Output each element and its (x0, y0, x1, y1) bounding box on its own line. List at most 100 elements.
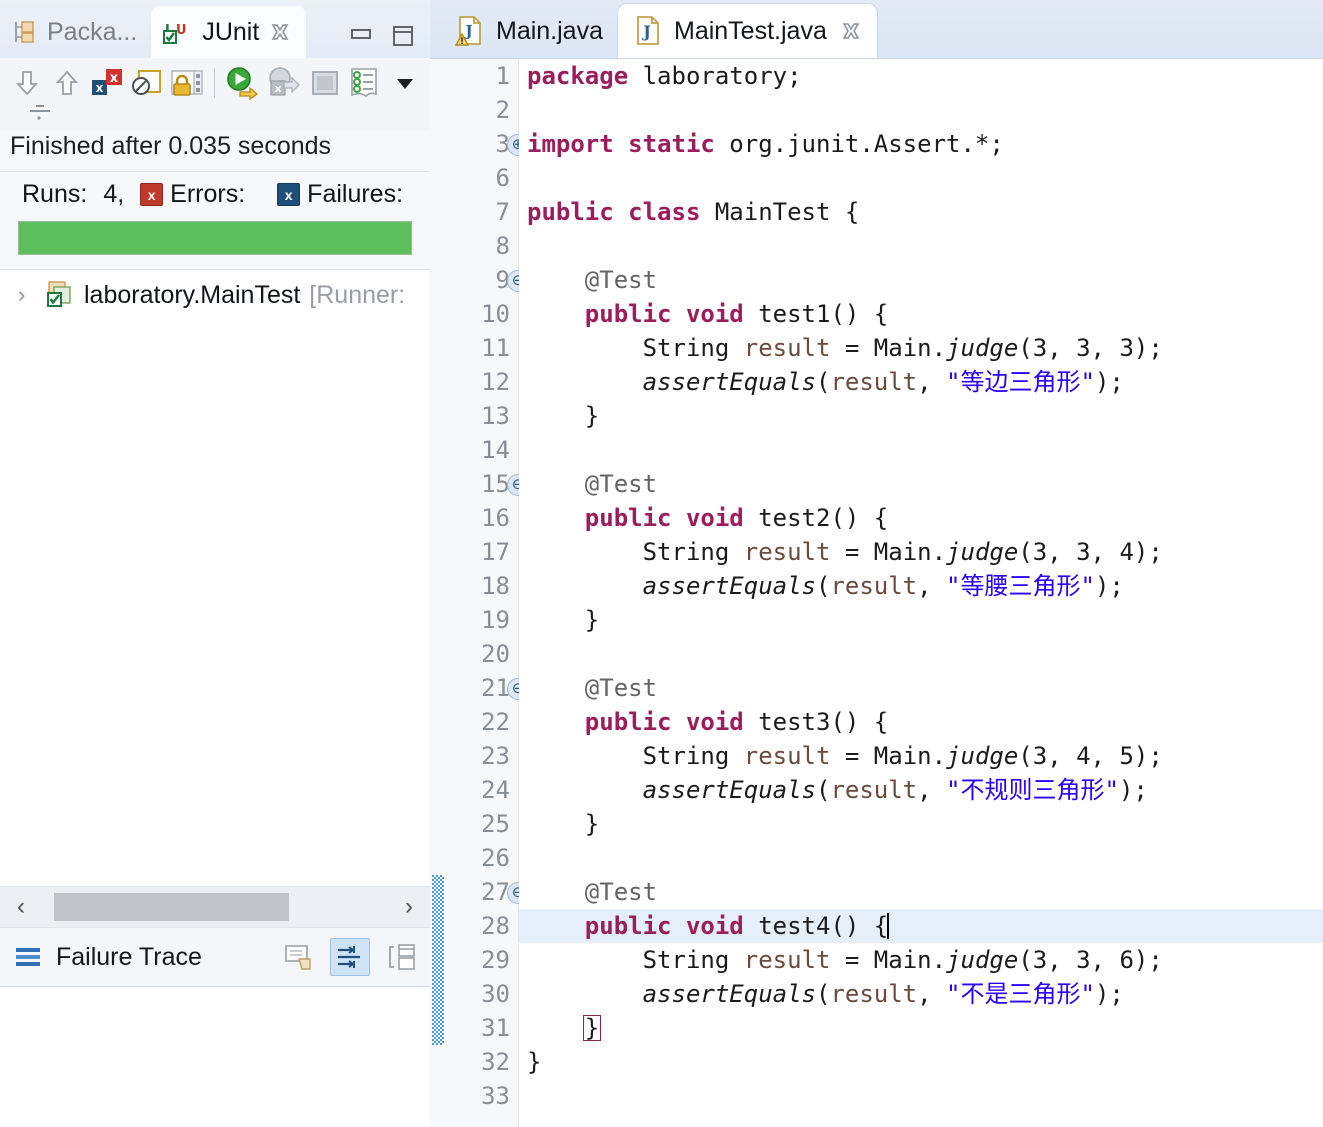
close-icon[interactable] (268, 20, 292, 44)
code-line[interactable]: public void test3() { (519, 705, 1323, 739)
stop-button[interactable] (308, 64, 342, 102)
show-ignored-icon (130, 67, 164, 99)
failure-trace-title: Failure Trace (56, 942, 202, 971)
code-line[interactable]: } (519, 399, 1323, 433)
code-line[interactable]: String result = Main.judge(3, 3, 4); (519, 535, 1323, 569)
code-token: assertEquals (642, 776, 816, 804)
junit-toolbar-overflow[interactable] (0, 104, 430, 130)
close-icon[interactable] (839, 19, 863, 43)
code-line[interactable]: String result = Main.judge(3, 3, 6); (519, 943, 1323, 977)
stop-icon (309, 67, 341, 99)
line-number: 29 (481, 946, 510, 974)
scroll-lock-button[interactable] (170, 64, 204, 102)
rerun-failed-button[interactable]: x (266, 64, 302, 102)
code-line[interactable] (519, 93, 1323, 127)
code-line[interactable] (519, 1079, 1323, 1113)
compare-result-button[interactable] (280, 939, 318, 975)
line-number-ruler[interactable]: 1 2 3 ⊕ 6 7 8 9 ⊖ 10 11 12 13 14 15 ⊖ 16 17 18 19 20 21 ⊖ 22 23 2… (444, 59, 529, 1127)
history-icon (348, 66, 382, 100)
errors-label: Errors: (170, 180, 246, 208)
code-token: judge (946, 334, 1019, 362)
tab-main-java[interactable]: J ! Main.java (438, 4, 617, 58)
next-failure-button[interactable] (10, 64, 44, 102)
code-token: public class (527, 198, 701, 226)
code-token: public void (584, 912, 744, 940)
code-line[interactable]: public void test2() { (519, 501, 1323, 535)
code-line[interactable]: String result = Main.judge(3, 3, 3); (519, 331, 1323, 365)
rerun-test-button[interactable] (224, 64, 260, 102)
code-token: , (917, 572, 947, 600)
tab-junit[interactable]: J U JUnit (151, 6, 307, 58)
code-line[interactable] (519, 433, 1323, 467)
lock-icon (170, 67, 204, 99)
tree-horizontal-scrollbar[interactable]: ‹ › (0, 886, 430, 927)
failure-trace-icon (14, 944, 44, 970)
code-line[interactable]: @Test (519, 875, 1323, 909)
code-line[interactable]: assertEquals(result, "等边三角形"); (519, 365, 1323, 399)
code-line[interactable]: public void test1() { (519, 297, 1323, 331)
code-editor[interactable]: 1 2 3 ⊕ 6 7 8 9 ⊖ 10 11 12 13 14 15 ⊖ 16 17 18 19 20 21 ⊖ 22 23 2… (430, 58, 1323, 1127)
code-token: org.junit.Assert.*; (714, 130, 1004, 158)
code-line[interactable]: assertEquals(result, "等腰三角形"); (519, 569, 1323, 603)
maximize-trace-button[interactable] (382, 939, 420, 975)
code-token: @Test (584, 878, 658, 906)
code-token: @Test (584, 674, 658, 702)
code-line[interactable]: @Test (519, 671, 1323, 705)
chevron-right-icon[interactable]: › (18, 282, 36, 308)
maximize-button[interactable] (390, 24, 416, 46)
code-line[interactable]: public class MainTest { (519, 195, 1323, 229)
code-token: test1() { (743, 300, 889, 328)
svg-text:x: x (109, 71, 118, 86)
scroll-left-button[interactable]: ‹ (6, 893, 36, 921)
code-text-area[interactable]: package laboratory; import static org.jun… (519, 59, 1323, 1127)
tab-maintest-java[interactable]: J MainTest.java (617, 3, 878, 58)
code-line[interactable]: import static org.junit.Assert.*; (519, 127, 1323, 161)
code-line[interactable] (519, 229, 1323, 263)
code-token: String (527, 946, 744, 974)
code-line[interactable] (519, 637, 1323, 671)
code-line[interactable]: assertEquals(result, "不是三角形"); (519, 977, 1323, 1011)
code-token: String (527, 538, 744, 566)
code-line[interactable] (519, 841, 1323, 875)
code-line[interactable]: String result = Main.judge(3, 4, 5); (519, 739, 1323, 773)
junit-results-tree[interactable]: › laboratory.MainTest [Runner: (0, 270, 430, 886)
list-item-suffix: [Runner: (309, 280, 406, 309)
code-line[interactable]: } (519, 807, 1323, 841)
tab-label-package-explorer: Packa... (47, 17, 138, 46)
previous-failure-button[interactable] (50, 64, 84, 102)
code-line[interactable]: assertEquals(result, "不规则三角形"); (519, 773, 1323, 807)
junit-status-text: Finished after 0.035 seconds (0, 130, 430, 172)
code-line[interactable]: } (519, 1045, 1323, 1079)
code-token: laboratory; (628, 62, 802, 90)
scrollbar-track[interactable] (36, 893, 394, 921)
junit-progress-fill (19, 222, 411, 254)
code-line[interactable]: public void test4() { (519, 909, 1323, 943)
scrollbar-thumb[interactable] (54, 893, 289, 921)
filter-stack-trace-button[interactable] (330, 938, 370, 976)
code-line[interactable]: @Test (519, 467, 1323, 501)
code-token: assertEquals (642, 368, 816, 396)
tab-label-junit: JUnit (202, 17, 260, 46)
code-line[interactable]: @Test (519, 263, 1323, 297)
runs-label: Runs: (22, 180, 88, 208)
code-token: public void (584, 300, 744, 328)
code-line[interactable] (519, 161, 1323, 195)
code-line[interactable]: package laboratory; (519, 59, 1323, 93)
list-item[interactable]: › laboratory.MainTest [Runner: (0, 276, 430, 314)
toolbar-separator (213, 68, 215, 98)
code-line[interactable]: } (519, 603, 1323, 637)
minimize-button[interactable] (348, 24, 374, 46)
scroll-right-button[interactable]: › (394, 893, 424, 921)
show-failures-only-button[interactable]: x x (90, 64, 124, 102)
code-token: } (527, 606, 600, 634)
code-token: result (743, 742, 831, 770)
code-line[interactable]: } (519, 1011, 1323, 1045)
tab-package-explorer[interactable]: Packa... (0, 6, 151, 58)
show-ignored-only-button[interactable] (130, 64, 164, 102)
view-menu-button[interactable] (388, 64, 422, 102)
test-history-button[interactable] (348, 64, 382, 102)
